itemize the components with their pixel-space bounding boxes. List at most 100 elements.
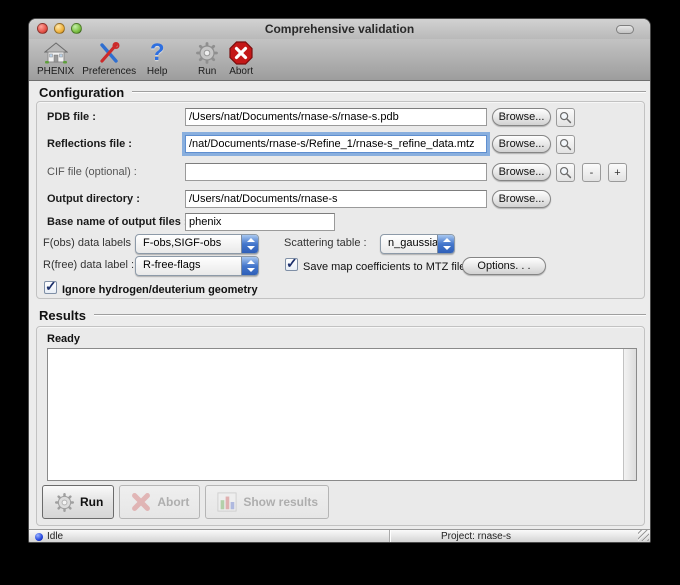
scattering-dropdown-value: n_gaussian <box>388 237 444 249</box>
output-directory-row: Output directory : /Users/nat/Documents/… <box>37 190 644 209</box>
magnifier-icon <box>559 166 572 179</box>
reflections-browse-button[interactable]: Browse... <box>492 135 551 153</box>
magnifier-icon <box>559 111 572 124</box>
results-panel: Ready <box>36 326 645 526</box>
results-status-label: Ready <box>47 333 80 345</box>
fobs-dropdown-value: F-obs,SIGF-obs <box>143 237 221 249</box>
cif-remove-button[interactable]: - <box>582 163 601 182</box>
stop-icon <box>229 41 253 65</box>
configuration-header: Configuration <box>39 84 646 100</box>
results-output-area[interactable] <box>47 348 637 481</box>
toolbar-preferences-button[interactable]: Preferences <box>78 40 140 78</box>
options-button[interactable]: Options. . . <box>462 257 546 275</box>
toolbar-help-button[interactable]: ? Help <box>140 40 174 78</box>
toolbar-abort-button[interactable]: Abort <box>224 40 258 78</box>
cif-browse-button[interactable]: Browse... <box>492 163 551 181</box>
fobs-dropdown[interactable]: F-obs,SIGF-obs <box>135 234 259 254</box>
configuration-title: Configuration <box>39 85 124 100</box>
rfree-label: R(free) data label : <box>43 259 134 271</box>
desktop-background: Comprehensive validation PHENIX <box>0 0 680 585</box>
toolbar-preferences-label: Preferences <box>82 66 136 77</box>
toolbar-run-label: Run <box>198 66 216 77</box>
cif-file-input[interactable] <box>185 163 487 181</box>
toolbar: PHENIX Preferences ? Help <box>29 39 650 81</box>
output-browse-button[interactable]: Browse... <box>492 190 551 208</box>
window-title: Comprehensive validation <box>119 22 560 36</box>
toolbar-abort-label: Abort <box>229 66 253 77</box>
resize-grip[interactable] <box>638 530 649 541</box>
cif-view-button[interactable] <box>556 163 575 182</box>
traffic-lights <box>37 23 82 34</box>
ignore-h-row: Ignore hydrogen/deuterium geometry <box>37 279 644 298</box>
cif-add-button[interactable]: + <box>608 163 627 182</box>
base-name-row: Base name of output files : phenix <box>37 213 644 232</box>
close-button[interactable] <box>37 23 48 34</box>
scattering-label: Scattering table : <box>284 237 367 249</box>
toolbar-phenix-label: PHENIX <box>37 66 74 77</box>
ignore-h-checkbox[interactable] <box>44 281 57 294</box>
show-results-button-label: Show results <box>243 495 318 509</box>
dropdown-arrows-icon <box>241 235 258 253</box>
header-rule <box>132 91 646 93</box>
save-map-checkbox[interactable] <box>285 258 298 271</box>
scattering-dropdown[interactable]: n_gaussian <box>380 234 455 254</box>
cif-file-row: CIF file (optional) : Browse... - + <box>37 163 644 182</box>
reflections-file-row: Reflections file : /nat/Documents/rnase-… <box>37 135 644 154</box>
title-bar[interactable]: Comprehensive validation <box>29 19 650 39</box>
dropdown-arrows-icon <box>241 257 258 275</box>
rfree-dropdown[interactable]: R-free-flags <box>135 256 259 276</box>
status-indicator-icon <box>35 533 43 541</box>
base-name-input[interactable]: phenix <box>185 213 335 231</box>
toolbar-phenix-button[interactable]: PHENIX <box>33 40 78 78</box>
status-text: Idle <box>47 530 63 543</box>
house-icon <box>44 41 68 65</box>
show-results-button[interactable]: Show results <box>205 485 329 519</box>
question-icon: ? <box>145 41 169 65</box>
app-window: Comprehensive validation PHENIX <box>28 18 651 543</box>
pdb-browse-button[interactable]: Browse... <box>492 108 551 126</box>
results-button-row: Run Abort <box>42 485 329 519</box>
tools-icon <box>97 41 121 65</box>
statusbar-divider <box>389 530 390 542</box>
pdb-file-row: PDB file : /Users/nat/Documents/rnase-s/… <box>37 108 644 127</box>
minimize-button[interactable] <box>54 23 65 34</box>
output-directory-label: Output directory : <box>47 190 185 208</box>
cif-file-label: CIF file (optional) : <box>47 163 185 181</box>
pdb-file-input[interactable]: /Users/nat/Documents/rnase-s/rnase-s.pdb <box>185 108 487 126</box>
bar-chart-icon <box>216 491 238 513</box>
run-button-label: Run <box>80 495 103 509</box>
reflections-view-button[interactable] <box>556 135 575 154</box>
pdb-file-label: PDB file : <box>47 108 185 126</box>
abort-button-label: Abort <box>157 495 189 509</box>
base-name-label: Base name of output files : <box>47 213 185 231</box>
toolbar-toggle-button[interactable] <box>616 25 634 34</box>
rfree-row: R(free) data label : R-free-flags Save m… <box>37 256 644 277</box>
project-label: Project: rnase-s <box>441 530 511 543</box>
reflections-file-input[interactable]: /nat/Documents/rnase-s/Refine_1/rnase-s_… <box>185 135 487 153</box>
toolbar-run-button[interactable]: Run <box>190 40 224 78</box>
results-title: Results <box>39 308 86 323</box>
dropdown-arrows-icon <box>437 235 454 253</box>
zoom-button[interactable] <box>71 23 82 34</box>
abort-button[interactable]: Abort <box>119 485 200 519</box>
rfree-dropdown-value: R-free-flags <box>143 259 200 271</box>
configuration-panel: PDB file : /Users/nat/Documents/rnase-s/… <box>36 101 645 299</box>
gear-icon <box>53 491 75 513</box>
gear-icon <box>195 41 219 65</box>
ignore-h-label: Ignore hydrogen/deuterium geometry <box>62 282 258 298</box>
run-button[interactable]: Run <box>42 485 114 519</box>
save-map-label: Save map coefficients to MTZ file <box>303 259 465 275</box>
vertical-scrollbar[interactable] <box>623 349 636 480</box>
data-labels-row: F(obs) data labels : F-obs,SIGF-obs Scat… <box>37 234 644 255</box>
content-area: Configuration PDB file : /Users/nat/Docu… <box>29 81 650 529</box>
fobs-label: F(obs) data labels : <box>43 237 137 249</box>
status-bar: Idle Project: rnase-s <box>29 529 650 542</box>
reflections-file-label: Reflections file : <box>47 135 185 153</box>
header-rule <box>94 314 646 316</box>
magnifier-icon <box>559 138 572 151</box>
results-header: Results <box>39 307 646 323</box>
abort-x-icon <box>130 491 152 513</box>
pdb-view-button[interactable] <box>556 108 575 127</box>
output-directory-input[interactable]: /Users/nat/Documents/rnase-s <box>185 190 487 208</box>
toolbar-help-label: Help <box>147 66 168 77</box>
